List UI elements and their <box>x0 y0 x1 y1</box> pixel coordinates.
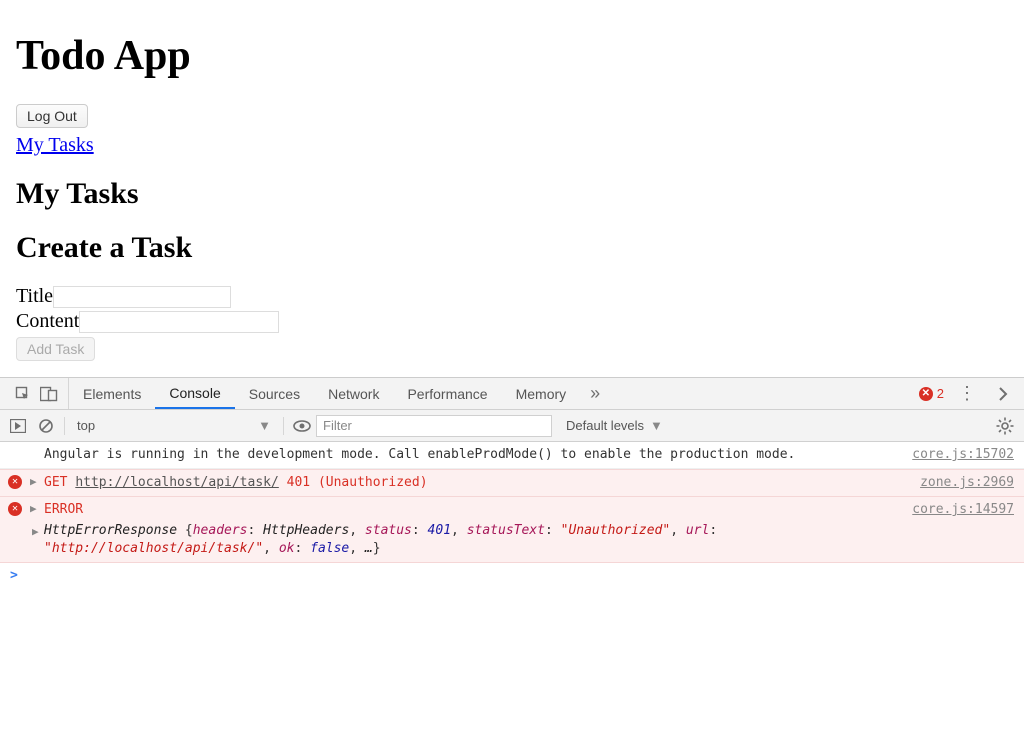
disclosure-triangle-icon[interactable]: ▶ <box>30 501 37 516</box>
obj-key: headers <box>193 523 248 538</box>
obj-key: status <box>365 523 412 538</box>
console-prompt[interactable]: > <box>0 563 1024 589</box>
tab-console[interactable]: Console <box>155 378 234 409</box>
more-menu-icon[interactable]: ⋮ <box>954 381 980 407</box>
log-message: Angular is running in the development mo… <box>0 442 1024 469</box>
disclosure-triangle-icon[interactable]: ▶ <box>30 474 37 489</box>
app-title: Todo App <box>16 32 1008 80</box>
log-source-link[interactable]: zone.js:2969 <box>920 474 1014 492</box>
content-input[interactable] <box>79 311 279 333</box>
context-selector[interactable]: top ▼ <box>69 418 279 433</box>
page-body: Todo App Log Out My Tasks My Tasks Creat… <box>0 0 1024 377</box>
console-toolbar: top ▼ Filter Default levels ▼ <box>0 410 1024 442</box>
error-label: ERROR <box>44 502 83 517</box>
clear-console-icon[interactable] <box>32 412 60 440</box>
log-error-message: ✕ ▶ ERROR ▶ HttpErrorResponse {headers: … <box>0 497 1024 563</box>
devtools-icon-group <box>4 378 69 409</box>
filter-placeholder: Filter <box>323 418 352 433</box>
error-count-badge[interactable]: ✕ 2 <box>919 386 944 401</box>
chevron-down-icon: ▼ <box>650 418 663 433</box>
console-output: Angular is running in the development mo… <box>0 442 1024 589</box>
log-text: ERROR ▶ HttpErrorResponse {headers: Http… <box>34 501 994 558</box>
obj-key: statusText <box>467 523 545 538</box>
log-source-link[interactable]: core.js:14597 <box>912 501 1014 519</box>
content-label: Content <box>16 310 79 332</box>
obj-val: "http://localhost/api/task/" <box>44 541 263 556</box>
tabs-overflow-icon[interactable]: » <box>580 383 610 404</box>
error-count: 2 <box>937 386 944 401</box>
chevron-down-icon: ▼ <box>258 418 271 433</box>
tab-memory[interactable]: Memory <box>502 378 581 409</box>
levels-label: Default levels <box>566 418 644 433</box>
devtools-tabbar: Elements Console Sources Network Perform… <box>0 378 1024 410</box>
my-tasks-heading: My Tasks <box>16 177 1008 211</box>
inspect-icon[interactable] <box>10 381 36 407</box>
title-input[interactable] <box>53 286 231 308</box>
http-url[interactable]: http://localhost/api/task/ <box>75 475 279 490</box>
content-row: Content <box>16 310 1008 333</box>
obj-val: "Unauthorized" <box>561 523 671 538</box>
disclosure-triangle-icon[interactable]: ▶ <box>32 524 39 539</box>
http-status: 401 (Unauthorized) <box>287 475 428 490</box>
settings-gear-icon[interactable] <box>990 417 1020 435</box>
tab-elements[interactable]: Elements <box>69 378 155 409</box>
live-expression-icon[interactable] <box>288 412 316 440</box>
log-source-link[interactable]: core.js:15702 <box>912 446 1014 464</box>
log-text: GET http://localhost/api/task/ 401 (Unau… <box>34 474 994 492</box>
obj-ellipsis: … <box>365 541 373 556</box>
object-class: HttpErrorResponse <box>44 523 177 538</box>
obj-val: 401 <box>428 523 451 538</box>
devtools-panel: Elements Console Sources Network Perform… <box>0 377 1024 589</box>
title-label: Title <box>16 285 53 307</box>
log-levels-selector[interactable]: Default levels ▼ <box>552 418 677 433</box>
tab-performance[interactable]: Performance <box>393 378 501 409</box>
add-task-button[interactable]: Add Task <box>16 337 95 361</box>
http-method: GET <box>44 475 67 490</box>
obj-key: ok <box>279 541 295 556</box>
error-icon: ✕ <box>8 502 22 516</box>
tab-network[interactable]: Network <box>314 378 393 409</box>
error-icon: ✕ <box>8 475 22 489</box>
chevron-right-icon[interactable] <box>990 381 1016 407</box>
logout-button[interactable]: Log Out <box>16 104 88 128</box>
context-label: top <box>77 418 95 433</box>
device-toggle-icon[interactable] <box>36 381 62 407</box>
obj-key: url <box>686 523 709 538</box>
play-icon[interactable] <box>4 412 32 440</box>
obj-val: false <box>310 541 349 556</box>
error-icon: ✕ <box>919 387 933 401</box>
log-error-message: ✕ ▶ GET http://localhost/api/task/ 401 (… <box>0 469 1024 497</box>
create-task-heading: Create a Task <box>16 231 1008 265</box>
filter-input[interactable]: Filter <box>316 415 552 437</box>
title-row: Title <box>16 285 1008 308</box>
obj-val: HttpHeaders <box>263 523 349 538</box>
tab-sources[interactable]: Sources <box>235 378 314 409</box>
log-text: Angular is running in the development mo… <box>34 446 994 464</box>
my-tasks-link[interactable]: My Tasks <box>16 134 94 157</box>
